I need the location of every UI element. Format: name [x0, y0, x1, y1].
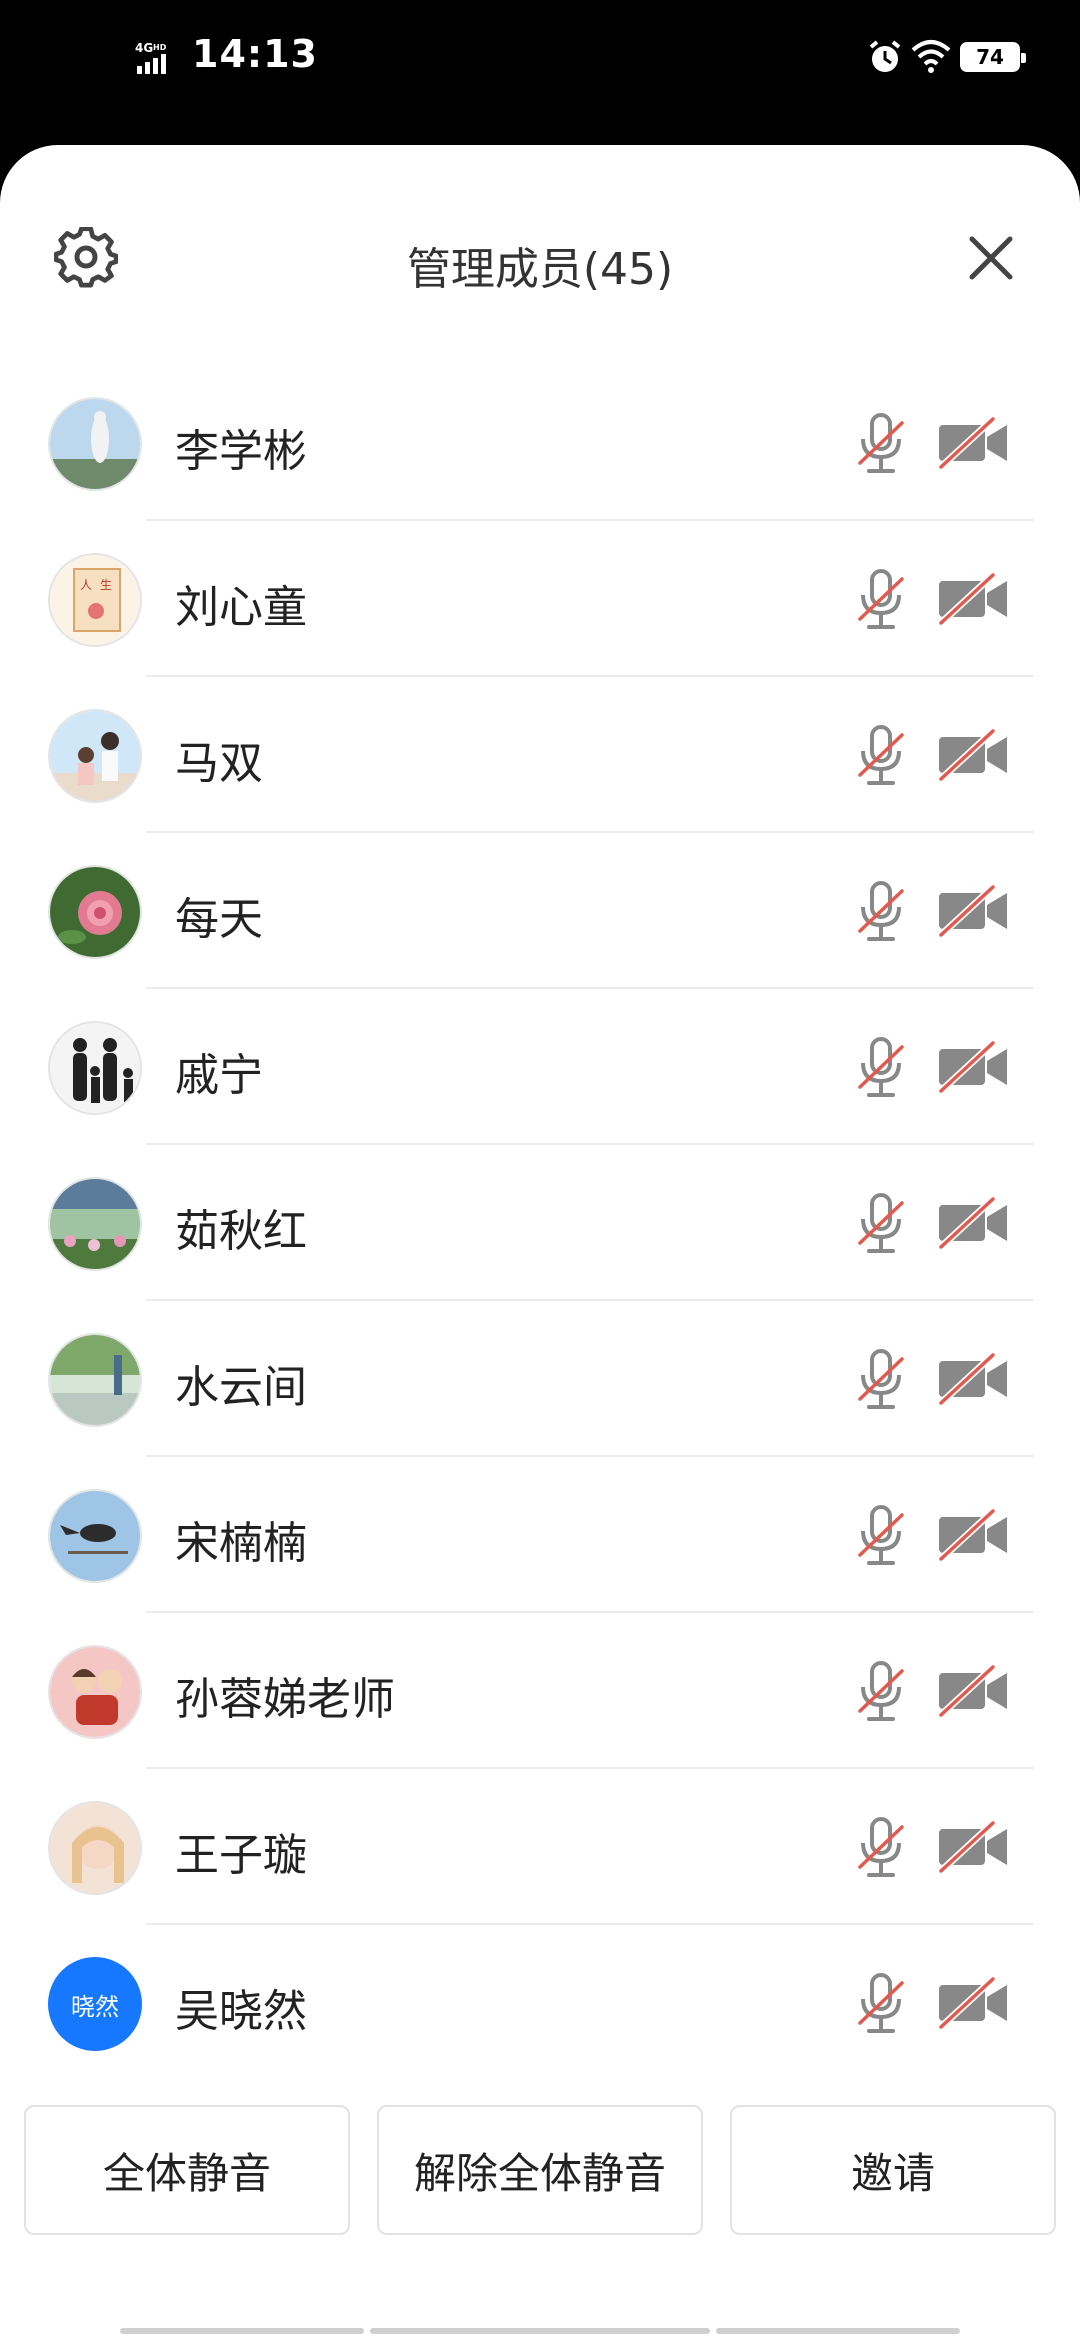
cellular-signal-icon: 4G HD — [135, 41, 167, 74]
navigation-handle — [0, 2328, 1080, 2334]
camera-off-icon[interactable] — [937, 1663, 1009, 1719]
member-name: 刘心童 — [175, 582, 307, 633]
camera-off-icon[interactable] — [937, 571, 1009, 627]
mic-muted-icon[interactable] — [856, 1661, 906, 1723]
camera-off-icon[interactable] — [937, 415, 1009, 471]
member-avatar — [48, 709, 142, 803]
member-row[interactable]: 宋楠楠 — [0, 1457, 1080, 1613]
member-avatar — [48, 1801, 142, 1895]
member-row[interactable]: 戚宁 — [0, 989, 1080, 1145]
member-name: 宋楠楠 — [175, 1518, 307, 1569]
mic-muted-icon[interactable] — [856, 1817, 906, 1879]
svg-text:HD: HD — [153, 43, 167, 52]
invite-button[interactable]: 邀请 — [730, 2105, 1056, 2235]
mic-muted-icon[interactable] — [856, 1037, 906, 1099]
mic-muted-icon[interactable] — [856, 1349, 906, 1411]
member-name: 吴晓然 — [175, 1986, 307, 2037]
avatar-initials: 晓然 — [71, 1992, 119, 2021]
mic-muted-icon[interactable] — [856, 1193, 906, 1255]
camera-off-icon[interactable] — [937, 883, 1009, 939]
sheet-header: 管理成员(45) — [0, 145, 1080, 345]
camera-off-icon[interactable] — [937, 1507, 1009, 1563]
camera-off-icon[interactable] — [937, 1195, 1009, 1251]
svg-text:4G: 4G — [135, 41, 153, 55]
member-avatar — [48, 1021, 142, 1115]
member-name: 马双 — [175, 738, 263, 789]
battery-level: 74 — [976, 45, 1004, 69]
camera-off-icon[interactable] — [937, 727, 1009, 783]
wifi-icon — [911, 40, 951, 73]
page-title: 管理成员(45) — [406, 244, 674, 295]
alarm-icon — [869, 40, 901, 72]
member-avatar — [48, 1489, 142, 1583]
member-avatar: 人生 — [48, 553, 142, 647]
member-name: 李学彬 — [175, 426, 307, 477]
member-name: 水云间 — [175, 1362, 307, 1413]
svg-text:人: 人 — [80, 578, 92, 592]
svg-text:生: 生 — [100, 578, 112, 592]
member-avatar — [48, 1177, 142, 1271]
member-avatar — [48, 397, 142, 491]
mic-muted-icon[interactable] — [856, 725, 906, 787]
member-row[interactable]: 王子璇 — [0, 1769, 1080, 1925]
member-name: 王子璇 — [175, 1830, 307, 1881]
member-row[interactable]: 孙蓉娣老师 — [0, 1613, 1080, 1769]
mic-muted-icon[interactable] — [856, 569, 906, 631]
member-avatar: 晓然 — [48, 1957, 142, 2051]
mic-muted-icon[interactable] — [856, 881, 906, 943]
camera-off-icon[interactable] — [937, 1819, 1009, 1875]
member-list: 李学彬人生刘心童 马双 每天 戚宁 茹秋红 水云间 宋楠楠 孙蓉娣老师 王子璇 晓然 吴晓然 — [0, 365, 1080, 2081]
member-name: 戚宁 — [175, 1050, 263, 1101]
member-row[interactable]: 晓然 吴晓然 — [0, 1925, 1080, 2081]
member-name: 每天 — [175, 894, 263, 945]
member-name: 茹秋红 — [175, 1206, 307, 1257]
camera-off-icon[interactable] — [937, 1039, 1009, 1095]
member-row[interactable]: 茹秋红 — [0, 1145, 1080, 1301]
mute-all-button[interactable]: 全体静音 — [24, 2105, 350, 2235]
member-row[interactable]: 李学彬 — [0, 365, 1080, 521]
member-avatar — [48, 865, 142, 959]
clock: 14:13 — [192, 32, 318, 76]
close-icon[interactable] — [966, 233, 1016, 283]
mic-muted-icon[interactable] — [856, 413, 906, 475]
mic-muted-icon[interactable] — [856, 1973, 906, 2035]
camera-off-icon[interactable] — [937, 1975, 1009, 2031]
status-bar: 4G HD 14:13 74 — [0, 0, 1080, 145]
member-avatar — [48, 1333, 142, 1427]
member-row[interactable]: 水云间 — [0, 1301, 1080, 1457]
member-row[interactable]: 人生刘心童 — [0, 521, 1080, 677]
member-management-sheet: 管理成员(45) 李学彬人生刘心童 马双 每天 戚宁 茹秋红 水云间 宋楠楠 孙蓉娣老师 王子璇… — [0, 145, 1080, 2340]
member-avatar — [48, 1645, 142, 1739]
member-row[interactable]: 马双 — [0, 677, 1080, 833]
member-row[interactable]: 每天 — [0, 833, 1080, 989]
mic-muted-icon[interactable] — [856, 1505, 906, 1567]
battery-icon: 74 — [960, 42, 1026, 72]
unmute-all-button[interactable]: 解除全体静音 — [377, 2105, 703, 2235]
camera-off-icon[interactable] — [937, 1351, 1009, 1407]
member-name: 孙蓉娣老师 — [175, 1674, 395, 1725]
action-bar: 全体静音 解除全体静音 邀请 — [24, 2105, 1056, 2235]
